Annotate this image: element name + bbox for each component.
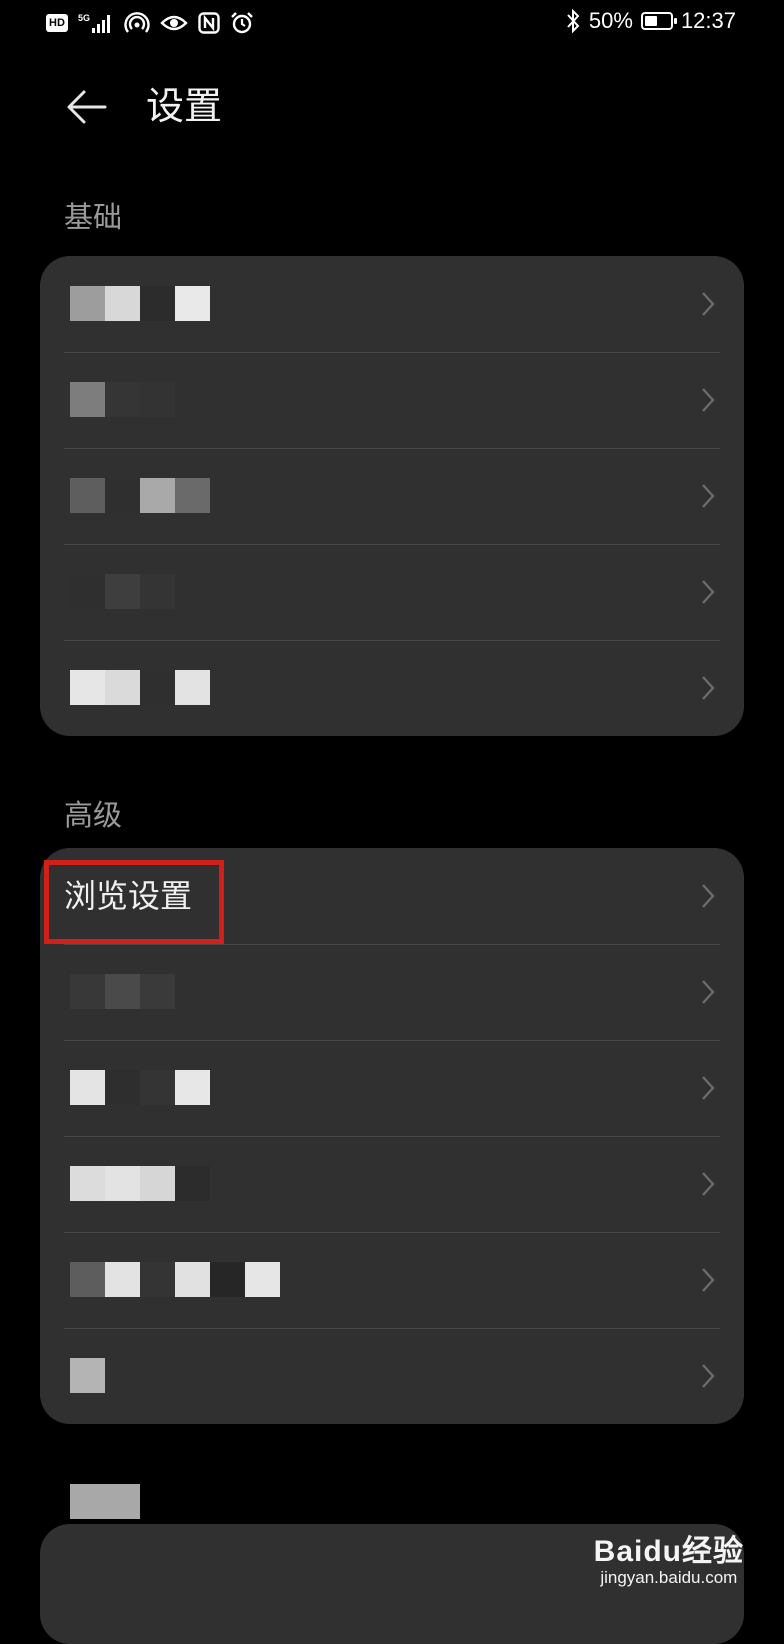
obscured-label <box>70 478 210 513</box>
network-type-label: 5G <box>78 13 90 23</box>
hotspot-icon <box>124 10 150 36</box>
settings-row[interactable] <box>40 1328 744 1424</box>
chevron-right-icon <box>702 484 715 508</box>
chevron-right-icon <box>702 292 715 316</box>
settings-row[interactable] <box>40 448 744 544</box>
back-button[interactable] <box>60 80 114 134</box>
obscured-label <box>70 670 210 705</box>
battery-level-fill <box>644 16 657 26</box>
settings-card-basic <box>40 256 744 736</box>
status-bar-left: HD 5G <box>46 10 254 36</box>
watermark-logo: Baidu经验 <box>593 1535 744 1568</box>
title-bar: 设置 <box>0 70 784 142</box>
obscured-label <box>70 1070 210 1105</box>
chevron-right-icon <box>702 1364 715 1388</box>
highlight-box <box>44 860 224 944</box>
obscured-label <box>70 1166 210 1201</box>
watermark-url: jingyan.baidu.com <box>600 1568 738 1587</box>
obscured-label <box>70 1262 280 1297</box>
obscured-label <box>70 574 175 609</box>
settings-row[interactable] <box>40 256 744 352</box>
obscured-block <box>70 1484 140 1519</box>
chevron-right-icon <box>702 1268 715 1292</box>
settings-row[interactable] <box>40 544 744 640</box>
nfc-icon <box>198 10 220 36</box>
chevron-right-icon <box>702 1076 715 1100</box>
chevron-right-icon <box>702 980 715 1004</box>
clock: 12:37 <box>680 8 736 33</box>
battery-icon <box>640 12 677 30</box>
settings-row[interactable] <box>40 640 744 736</box>
section-header-advanced: 高级 <box>64 798 123 832</box>
bluetooth-icon <box>565 8 581 34</box>
obscured-label <box>70 382 175 417</box>
chevron-right-icon <box>702 884 715 908</box>
settings-row[interactable] <box>40 1040 744 1136</box>
eye-icon <box>160 10 188 36</box>
obscured-label <box>70 974 175 1009</box>
settings-row[interactable] <box>40 1232 744 1328</box>
page-title: 设置 <box>146 84 223 128</box>
chevron-right-icon <box>702 388 715 412</box>
hd-badge: HD <box>46 14 68 32</box>
section-header-basic: 基础 <box>64 200 123 234</box>
obscured-label <box>70 1358 105 1393</box>
arrow-left-icon <box>67 90 107 124</box>
settings-row[interactable] <box>40 944 744 1040</box>
alarm-icon <box>230 10 254 36</box>
signal-icon: 5G <box>78 10 114 36</box>
status-bar: HD 5G 50% 12:37 <box>0 0 784 48</box>
obscured-label <box>70 286 210 321</box>
baidu-jingyan-watermark: Baidu经验 jingyan.baidu.com <box>594 1526 744 1588</box>
status-bar-right: 50% 12:37 <box>565 8 736 34</box>
chevron-right-icon <box>702 1172 715 1196</box>
settings-row[interactable] <box>40 1136 744 1232</box>
chevron-right-icon <box>702 676 715 700</box>
settings-row[interactable] <box>40 352 744 448</box>
battery-percent: 50% <box>588 8 633 33</box>
chevron-right-icon <box>702 580 715 604</box>
